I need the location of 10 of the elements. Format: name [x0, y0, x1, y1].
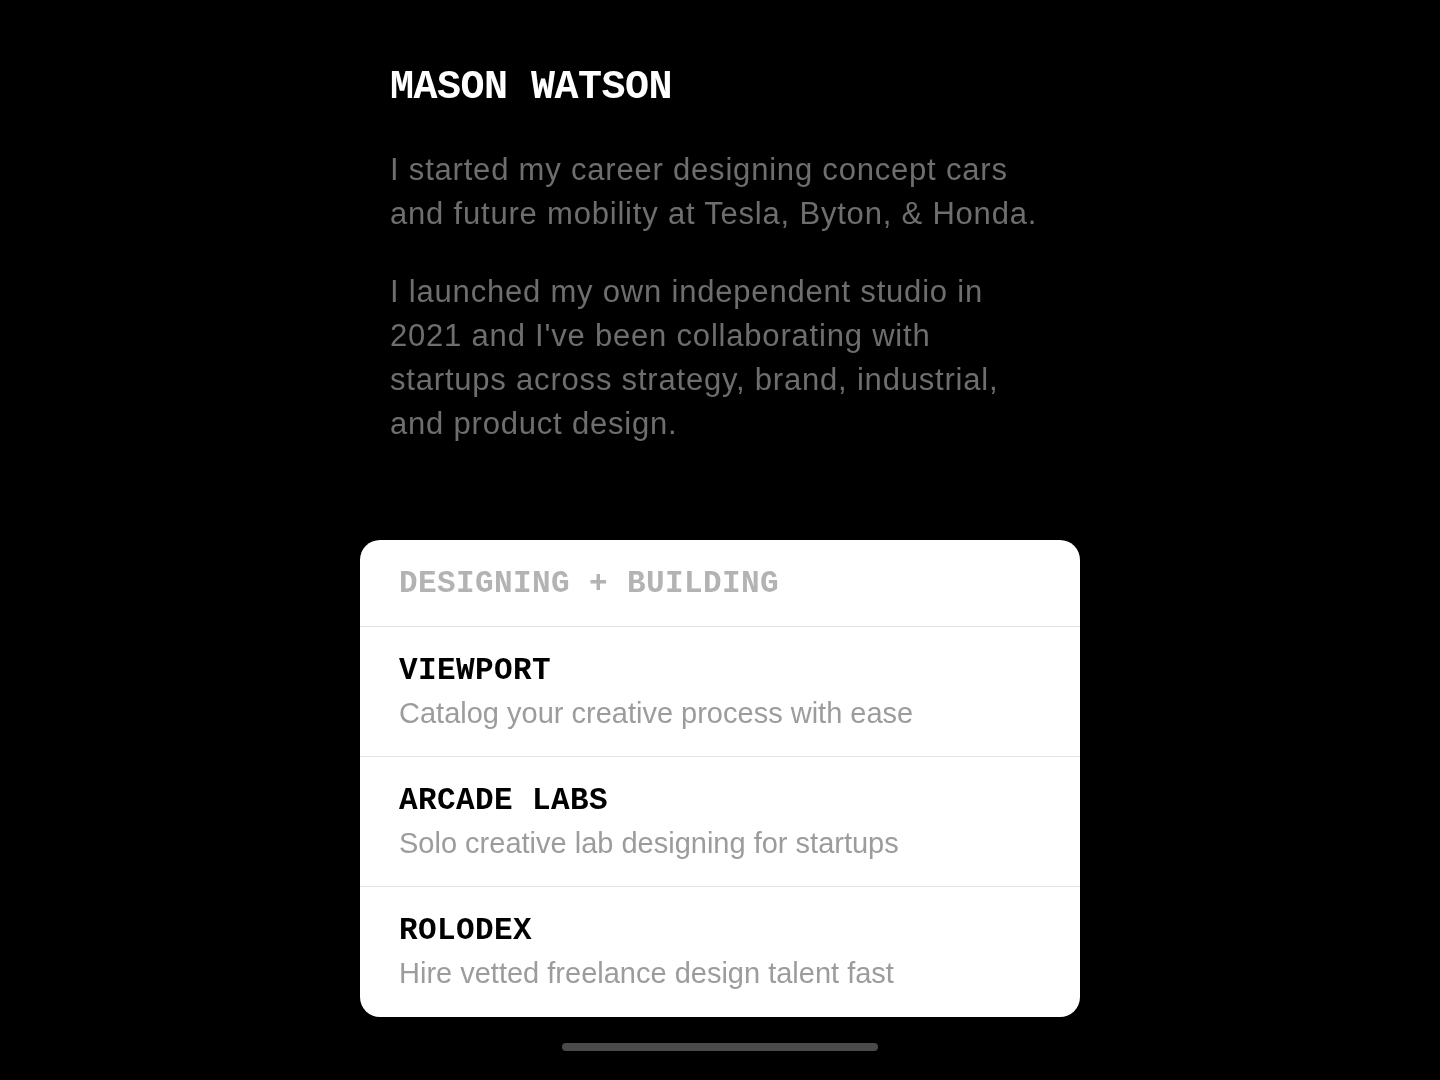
- bio-paragraph: I started my career designing concept cars and future mobility at Tesla, Byton, & Honda.: [390, 151, 1039, 233]
- project-title: ROLODEX: [399, 914, 533, 948]
- card-heading: DESIGNING + BUILDING: [399, 567, 780, 599]
- project-description: Hire vetted freelance design talent fast: [399, 956, 894, 990]
- bio-paragraph: I launched my own independent studio in 2021 and I've been collaborating with startups across strategy, brand, industrial, and product design.: [390, 273, 1000, 443]
- project-description: Solo creative lab designing for startups: [399, 825, 899, 860]
- project-title: VIEWPORT: [399, 653, 552, 688]
- project-description: Catalog your creative process with ease: [399, 695, 914, 730]
- project-title: ARCADE LABS: [399, 783, 609, 818]
- profile-name: MASON WATSON: [390, 64, 673, 112]
